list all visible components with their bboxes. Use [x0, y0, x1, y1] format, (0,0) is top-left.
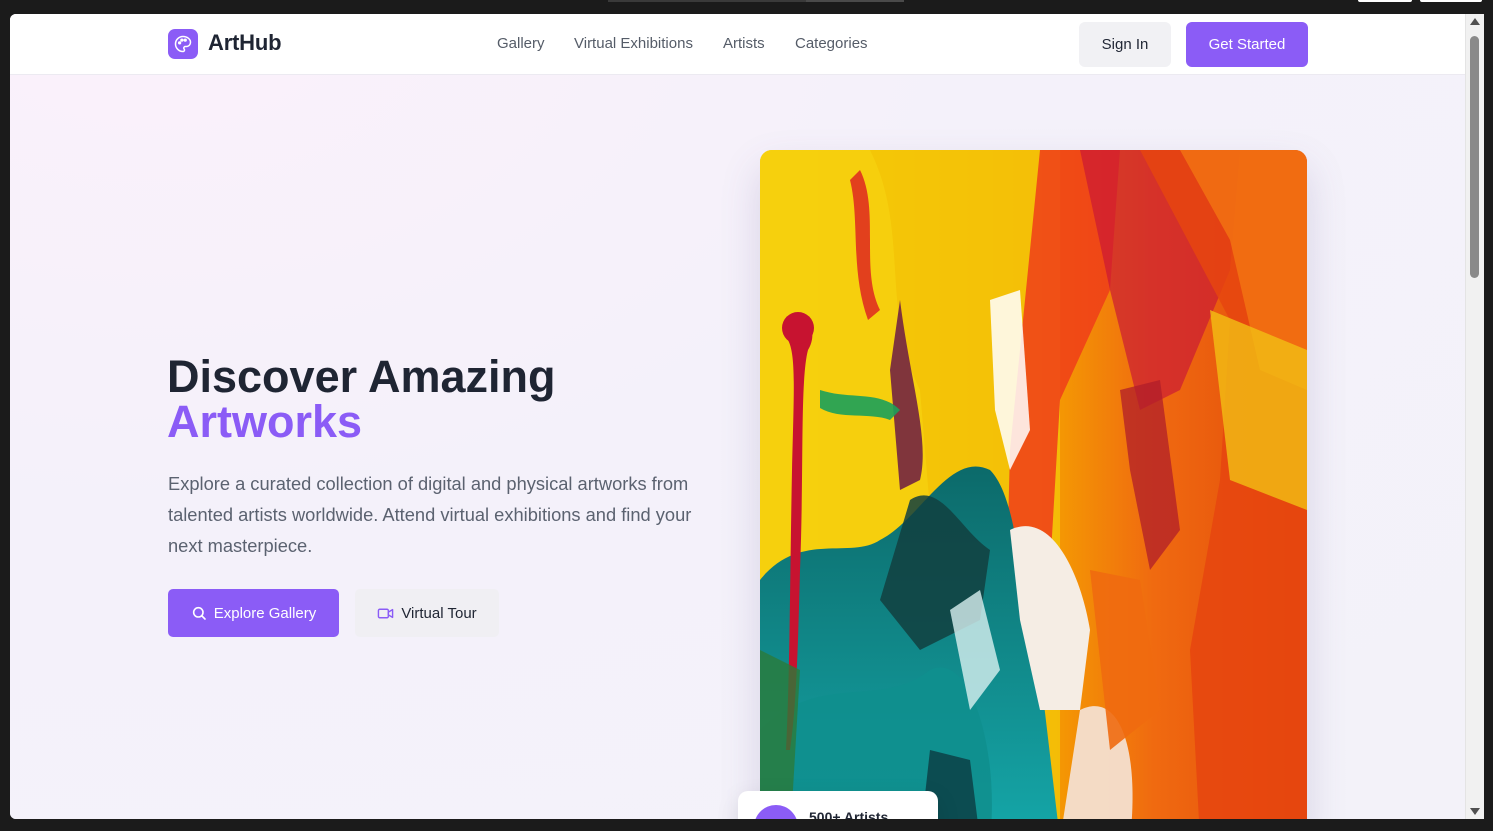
nav-link-virtual-exhibitions[interactable]: Virtual Exhibitions	[574, 35, 693, 52]
browser-top-strip	[0, 0, 1493, 14]
scroll-up-arrow-icon[interactable]	[1470, 18, 1480, 25]
featured-artwork-image[interactable]	[760, 150, 1307, 819]
hero-title-line1: Discover Amazing	[167, 351, 556, 402]
nav-link-gallery[interactable]: Gallery	[497, 35, 545, 52]
nav-link-artists[interactable]: Artists	[723, 35, 765, 52]
top-navbar: ArtHub Gallery Virtual Exhibitions Artis…	[10, 14, 1466, 75]
virtual-tour-button[interactable]: Virtual Tour	[355, 589, 499, 637]
hero-description: Explore a curated collection of digital …	[168, 473, 692, 556]
palette-icon[interactable]	[168, 29, 198, 59]
stat-icon-badge	[754, 805, 798, 819]
abstract-painting	[760, 150, 1307, 819]
get-started-button[interactable]: Get Started	[1186, 22, 1308, 67]
explore-gallery-label: Explore Gallery	[213, 604, 317, 622]
vertical-scrollbar[interactable]	[1465, 14, 1484, 819]
browser-viewport: ArtHub Gallery Virtual Exhibitions Artis…	[10, 14, 1484, 819]
virtual-tour-label: Virtual Tour	[401, 604, 477, 622]
landing-page: ArtHub Gallery Virtual Exhibitions Artis…	[10, 14, 1466, 819]
artists-stat-label: 500+ Artists	[809, 809, 889, 819]
hero-title-accent: Artworks	[167, 396, 363, 447]
scrollbar-thumb[interactable]	[1470, 36, 1479, 278]
browser-control-button[interactable]	[1420, 0, 1482, 2]
explore-gallery-button[interactable]: Explore Gallery	[168, 589, 339, 637]
hero-title: Discover Amazing Artworks	[167, 354, 555, 444]
nav-link-categories[interactable]: Categories	[795, 35, 868, 52]
scroll-down-arrow-icon[interactable]	[1470, 808, 1480, 815]
brand-name[interactable]: ArtHub	[208, 30, 282, 56]
browser-tab[interactable]	[806, 0, 904, 2]
search-icon	[192, 606, 206, 620]
sign-in-button[interactable]: Sign In	[1079, 22, 1171, 67]
browser-tab[interactable]	[608, 0, 808, 2]
video-icon	[378, 608, 394, 618]
browser-control-button[interactable]	[1358, 0, 1412, 2]
artists-stat-card: 500+ Artists	[738, 791, 938, 819]
